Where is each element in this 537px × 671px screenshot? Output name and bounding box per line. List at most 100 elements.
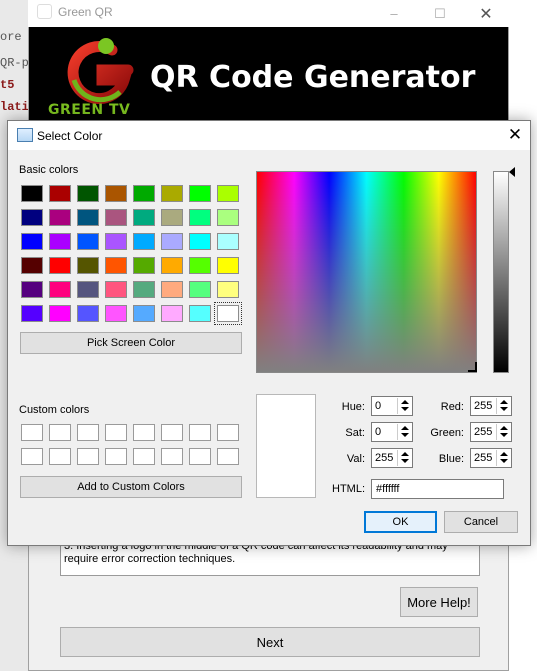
basic-color-swatch[interactable]	[105, 209, 127, 226]
basic-color-swatch[interactable]	[21, 233, 43, 250]
basic-color-swatch[interactable]	[21, 281, 43, 298]
basic-color-swatch[interactable]	[49, 281, 71, 298]
custom-color-slot[interactable]	[49, 424, 71, 441]
basic-color-swatch[interactable]	[161, 305, 183, 322]
blue-value: 255	[474, 452, 493, 464]
custom-color-slot[interactable]	[133, 424, 155, 441]
basic-color-swatch[interactable]	[49, 305, 71, 322]
basic-color-swatch[interactable]	[49, 257, 71, 274]
custom-color-slot[interactable]	[105, 448, 127, 465]
basic-color-swatch[interactable]	[161, 185, 183, 202]
spectrum-crosshair[interactable]	[468, 362, 477, 372]
more-help-button[interactable]: More Help!	[400, 587, 478, 617]
val-label: Val:	[346, 453, 365, 465]
basic-color-swatch[interactable]	[161, 257, 183, 274]
cancel-button[interactable]: Cancel	[444, 511, 518, 533]
custom-color-slot[interactable]	[21, 448, 43, 465]
maximize-icon[interactable]: ☐	[417, 0, 463, 27]
custom-color-slot[interactable]	[217, 448, 239, 465]
green-spinbox[interactable]: 255	[470, 422, 512, 442]
basic-color-swatch[interactable]	[77, 233, 99, 250]
basic-color-swatch[interactable]	[133, 305, 155, 322]
spin-up-icon[interactable]	[500, 426, 508, 430]
spin-down-icon[interactable]	[500, 433, 508, 437]
spin-down-icon[interactable]	[500, 459, 508, 463]
basic-color-swatch[interactable]	[133, 257, 155, 274]
custom-color-slot[interactable]	[133, 448, 155, 465]
basic-color-swatch[interactable]	[77, 209, 99, 226]
custom-color-slot[interactable]	[217, 424, 239, 441]
blue-spinbox[interactable]: 255	[470, 448, 512, 468]
custom-color-slot[interactable]	[161, 424, 183, 441]
html-color-input[interactable]: #ffffff	[371, 479, 504, 499]
basic-color-swatch[interactable]	[105, 185, 127, 202]
banner-heading: QR Code Generator	[150, 60, 476, 95]
basic-color-swatch[interactable]	[21, 305, 43, 322]
green-value: 255	[474, 426, 493, 438]
basic-color-swatch[interactable]	[217, 233, 239, 250]
spin-up-icon[interactable]	[500, 400, 508, 404]
luminance-slider-arrow-icon[interactable]	[509, 167, 515, 177]
next-button[interactable]: Next	[60, 627, 480, 657]
bg-fragment: ore	[0, 30, 22, 44]
basic-color-swatch[interactable]	[217, 185, 239, 202]
custom-color-slot[interactable]	[77, 424, 99, 441]
basic-color-swatch[interactable]	[77, 185, 99, 202]
basic-color-swatch[interactable]	[133, 209, 155, 226]
basic-color-swatch[interactable]	[133, 233, 155, 250]
custom-color-slot[interactable]	[105, 424, 127, 441]
custom-color-slot[interactable]	[77, 448, 99, 465]
spin-up-icon[interactable]	[500, 452, 508, 456]
dialog-title: Select Color	[37, 129, 103, 143]
basic-color-swatch[interactable]	[217, 209, 239, 226]
basic-color-swatch[interactable]	[189, 185, 211, 202]
basic-color-swatch[interactable]	[105, 281, 127, 298]
basic-color-swatch[interactable]	[133, 185, 155, 202]
basic-color-swatch[interactable]	[133, 281, 155, 298]
basic-color-swatch[interactable]	[189, 257, 211, 274]
basic-color-swatch[interactable]	[189, 209, 211, 226]
custom-color-slot[interactable]	[189, 424, 211, 441]
add-to-custom-colors-button[interactable]: Add to Custom Colors	[20, 476, 242, 498]
basic-color-swatch[interactable]	[77, 305, 99, 322]
minimize-icon[interactable]: –	[371, 0, 417, 27]
custom-color-slot[interactable]	[49, 448, 71, 465]
basic-color-swatch[interactable]	[21, 185, 43, 202]
dialog-close-icon[interactable]: ✕	[502, 123, 528, 147]
logo-text: GREEN TV	[48, 102, 131, 118]
basic-color-swatch[interactable]	[161, 233, 183, 250]
custom-color-slot[interactable]	[161, 448, 183, 465]
basic-color-swatch[interactable]	[189, 281, 211, 298]
basic-color-swatch[interactable]	[49, 233, 71, 250]
basic-color-swatch[interactable]	[189, 305, 211, 322]
basic-color-swatch[interactable]	[77, 257, 99, 274]
basic-color-swatch[interactable]	[105, 305, 127, 322]
basic-color-swatch[interactable]	[49, 209, 71, 226]
basic-color-swatch[interactable]	[217, 257, 239, 274]
basic-color-swatch[interactable]	[189, 233, 211, 250]
red-spinbox[interactable]: 255	[470, 396, 512, 416]
basic-color-swatch[interactable]	[105, 233, 127, 250]
basic-color-swatch[interactable]	[217, 281, 239, 298]
pick-screen-color-button[interactable]: Pick Screen Color	[20, 332, 242, 354]
basic-color-swatch[interactable]	[77, 281, 99, 298]
spin-down-icon[interactable]	[500, 407, 508, 411]
luminance-slider[interactable]	[493, 171, 509, 373]
color-spectrum[interactable]	[256, 171, 477, 373]
hue-label: Hue:	[341, 401, 365, 413]
basic-color-swatch[interactable]	[161, 209, 183, 226]
close-icon[interactable]: ✕	[463, 0, 509, 27]
basic-color-swatch[interactable]	[21, 209, 43, 226]
ok-button[interactable]: OK	[364, 511, 437, 533]
custom-color-slot[interactable]	[189, 448, 211, 465]
basic-color-swatch[interactable]	[49, 185, 71, 202]
basic-color-swatch[interactable]	[161, 281, 183, 298]
basic-color-swatch[interactable]	[214, 302, 242, 325]
custom-colors-grid	[21, 424, 245, 469]
custom-color-slot[interactable]	[21, 424, 43, 441]
basic-color-swatch[interactable]	[21, 257, 43, 274]
sat-value: 0	[375, 426, 382, 438]
basic-color-swatch[interactable]	[105, 257, 127, 274]
bg-fragment: QR-p	[0, 56, 28, 70]
basic-colors-label: Basic colors	[19, 164, 79, 176]
